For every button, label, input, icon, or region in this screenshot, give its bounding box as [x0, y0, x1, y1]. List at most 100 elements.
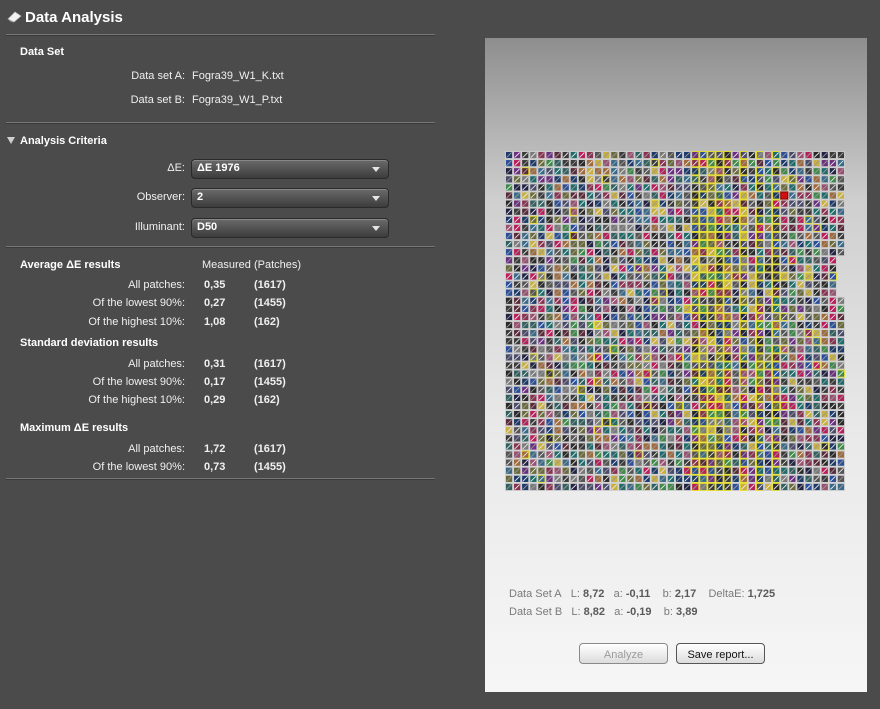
color-patch[interactable] [836, 167, 845, 176]
color-patch[interactable] [796, 329, 805, 338]
color-patch[interactable] [707, 248, 716, 257]
color-patch[interactable] [594, 482, 603, 491]
color-patch[interactable] [707, 312, 716, 321]
color-patch[interactable] [553, 175, 562, 184]
color-patch[interactable] [586, 159, 594, 168]
color-patch[interactable] [553, 418, 562, 427]
color-patch[interactable] [707, 159, 716, 168]
color-patch[interactable] [618, 264, 627, 273]
color-patch[interactable] [553, 304, 562, 313]
color-patch[interactable] [707, 466, 716, 475]
color-patch[interactable] [529, 450, 538, 459]
color-patch[interactable] [699, 175, 708, 184]
color-patch[interactable] [529, 264, 538, 273]
color-patch[interactable] [642, 183, 651, 192]
color-patch[interactable] [513, 361, 522, 370]
color-patch[interactable] [804, 312, 813, 321]
color-patch[interactable] [828, 312, 837, 321]
color-patch[interactable] [634, 151, 643, 160]
color-patch[interactable] [772, 345, 781, 354]
color-patch[interactable] [529, 337, 538, 346]
color-patch[interactable] [529, 232, 538, 240]
color-patch[interactable] [772, 175, 781, 184]
color-patch[interactable] [699, 223, 708, 232]
color-patch[interactable] [594, 337, 603, 346]
color-patch[interactable] [756, 402, 764, 410]
color-patch[interactable] [618, 434, 627, 443]
color-patch[interactable] [836, 296, 845, 305]
color-patch[interactable] [731, 207, 740, 216]
color-patch[interactable] [715, 248, 724, 257]
color-patch[interactable] [828, 377, 837, 386]
color-patch[interactable] [691, 418, 700, 427]
color-patch[interactable] [723, 402, 732, 410]
color-patch[interactable] [521, 288, 530, 297]
color-patch[interactable] [780, 329, 789, 338]
color-patch[interactable] [715, 240, 724, 249]
color-patch[interactable] [586, 199, 594, 208]
color-patch[interactable] [553, 232, 562, 240]
color-patch[interactable] [586, 426, 594, 435]
color-patch[interactable] [634, 183, 643, 192]
color-patch[interactable] [610, 369, 619, 378]
color-patch[interactable] [804, 377, 813, 386]
color-patch[interactable] [739, 159, 748, 168]
color-patch[interactable] [561, 183, 570, 192]
color-patch[interactable] [804, 353, 813, 362]
color-patch[interactable] [586, 167, 594, 176]
color-patch[interactable] [715, 280, 724, 289]
color-patch[interactable] [707, 223, 716, 232]
color-patch[interactable] [545, 240, 554, 249]
color-patch[interactable] [804, 474, 813, 483]
color-patch[interactable] [577, 434, 586, 443]
color-patch[interactable] [699, 466, 708, 475]
color-patch[interactable] [537, 442, 546, 451]
color-patch[interactable] [642, 304, 651, 313]
color-patch[interactable] [553, 426, 562, 435]
color-patch[interactable] [723, 191, 732, 200]
color-patch[interactable] [594, 304, 603, 313]
color-patch[interactable] [658, 312, 667, 321]
color-patch[interactable] [820, 393, 829, 402]
color-patch[interactable] [626, 458, 635, 467]
color-patch[interactable] [650, 337, 659, 346]
color-patch[interactable] [561, 450, 570, 459]
color-patch[interactable] [569, 175, 578, 184]
color-patch[interactable] [553, 385, 562, 394]
color-patch[interactable] [594, 159, 603, 168]
color-patch[interactable] [658, 272, 667, 281]
color-patch[interactable] [505, 264, 514, 273]
color-patch[interactable] [594, 272, 603, 281]
color-patch[interactable] [796, 410, 805, 419]
color-patch[interactable] [780, 345, 789, 354]
color-patch[interactable] [699, 353, 708, 362]
color-patch[interactable] [610, 175, 619, 184]
color-patch[interactable] [731, 329, 740, 338]
color-patch[interactable] [666, 175, 675, 184]
color-patch[interactable] [658, 167, 667, 176]
color-patch[interactable] [642, 215, 651, 224]
color-patch[interactable] [586, 304, 594, 313]
color-patch[interactable] [610, 272, 619, 281]
color-patch[interactable] [553, 183, 562, 192]
color-patch[interactable] [642, 240, 651, 249]
color-patch[interactable] [715, 264, 724, 273]
color-patch[interactable] [812, 232, 821, 240]
color-patch[interactable] [699, 207, 708, 216]
color-patch[interactable] [634, 264, 643, 273]
color-patch[interactable] [626, 418, 635, 427]
color-patch[interactable] [521, 191, 530, 200]
color-patch[interactable] [561, 272, 570, 281]
color-patch[interactable] [828, 361, 837, 370]
color-patch[interactable] [788, 442, 797, 451]
color-patch[interactable] [772, 458, 781, 467]
color-patch[interactable] [666, 280, 675, 289]
color-patch[interactable] [545, 450, 554, 459]
color-patch[interactable] [699, 369, 708, 378]
color-patch[interactable] [723, 458, 732, 467]
color-patch[interactable] [820, 418, 829, 427]
color-patch[interactable] [594, 256, 603, 265]
color-patch[interactable] [788, 151, 797, 160]
color-patch[interactable] [780, 151, 789, 160]
color-patch[interactable] [772, 402, 781, 410]
